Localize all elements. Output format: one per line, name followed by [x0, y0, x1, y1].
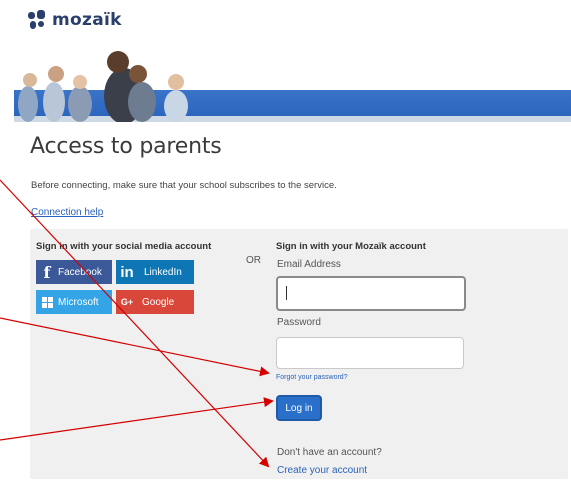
- mozaik-logo[interactable]: mozaïk: [28, 10, 122, 30]
- create-account-link[interactable]: Create your account: [277, 465, 367, 476]
- microsoft-label: Microsoft: [58, 296, 99, 308]
- connection-help-link[interactable]: Connection help: [31, 207, 103, 218]
- no-account-text: Don't have an account?: [277, 447, 382, 458]
- password-field[interactable]: [276, 337, 464, 369]
- linkedin-button[interactable]: in LinkedIn: [116, 260, 194, 284]
- text-caret: [286, 286, 287, 300]
- mozaik-logo-icon: [28, 10, 46, 30]
- or-separator: OR: [246, 255, 261, 266]
- google-plus-icon: G+: [120, 297, 134, 307]
- microsoft-button[interactable]: Microsoft: [36, 290, 112, 314]
- facebook-button[interactable]: f Facebook: [36, 260, 112, 284]
- forgot-password-link[interactable]: Forgot your password?: [276, 374, 348, 381]
- family-photo: [18, 51, 188, 122]
- windows-logo-icon: [36, 290, 58, 314]
- email-field[interactable]: [276, 276, 466, 311]
- intro-text: Before connecting, make sure that your s…: [31, 180, 337, 191]
- linkedin-label: LinkedIn: [144, 266, 182, 278]
- mozaik-login-heading: Sign in with your Mozaïk account: [276, 241, 426, 252]
- facebook-label: Facebook: [58, 266, 102, 278]
- google-label: Google: [142, 296, 175, 308]
- social-heading: Sign in with your social media account: [36, 241, 212, 252]
- password-label: Password: [277, 317, 321, 328]
- email-label: Email Address: [277, 259, 341, 270]
- header-banner: [14, 44, 571, 122]
- login-button[interactable]: Log in: [276, 395, 322, 421]
- page-title: Access to parents: [30, 134, 222, 159]
- linkedin-icon: in: [120, 263, 134, 281]
- facebook-icon: f: [43, 262, 51, 282]
- brand-name: mozaïk: [52, 10, 122, 30]
- google-button[interactable]: G+ Google: [116, 290, 194, 314]
